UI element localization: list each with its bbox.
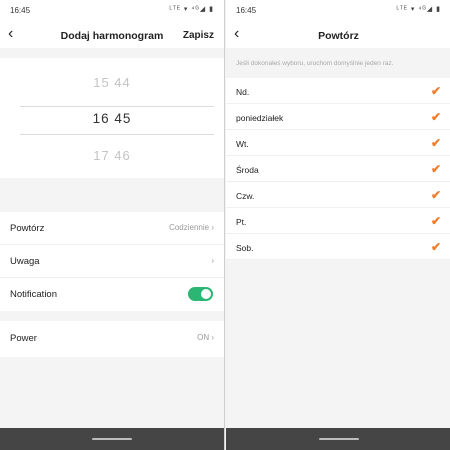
repeat-row[interactable]: Powtórz Codziennie › [0,212,224,245]
status-bar: 16:45 ᴸᵀᴱ ▾ ⁴ᴳ◢ ▮ [226,0,450,22]
power-label: Power [10,333,37,344]
home-gesture-pill[interactable] [318,438,359,440]
day-row[interactable]: Sob. ✔ [226,234,450,260]
day-row[interactable]: Nd. ✔ [226,78,450,104]
day-row[interactable]: Pt. ✔ [226,208,450,234]
checkmark-icon: ✔ [430,110,441,124]
system-nav-bar [0,428,224,450]
status-icons: ᴸᵀᴱ ▾ ⁴ᴳ◢ ▮ [396,6,441,13]
header: ‹ Dodaj harmonogram Zapisz [0,22,224,48]
status-time: 16:45 [10,6,31,15]
day-label: Czw. [236,191,255,201]
picker-next-value[interactable]: 17 46 [0,148,224,163]
toggle-knob [201,289,211,299]
day-label: Nd. [236,87,250,97]
hint-text: Jeśli dokonałeś wyboru, uruchom domyślni… [236,60,394,67]
spacer [0,48,224,58]
day-label: Sob. [236,243,254,253]
system-nav-bar [226,428,450,450]
day-label: Środa [236,165,259,175]
picker-divider-bottom [20,134,214,135]
day-row[interactable]: Środa ✔ [226,156,450,182]
status-bar: 16:45 ᴸᵀᴱ ▾ ⁴ᴳ◢ ▮ [0,0,224,22]
checkmark-icon: ✔ [430,84,441,98]
schedule-screen: 16:45 ᴸᵀᴱ ▾ ⁴ᴳ◢ ▮ ‹ Dodaj harmonogram Za… [0,0,225,450]
page-title: Powtórz [318,30,359,42]
day-label: poniedziałek [236,113,284,123]
home-gesture-pill[interactable] [92,438,132,440]
day-row[interactable]: Czw. ✔ [226,182,450,208]
repeat-label: Powtórz [10,223,45,234]
day-label: Wt. [236,139,249,149]
repeat-value: Codziennie › [169,223,214,232]
checkmark-icon: ✔ [430,188,441,202]
save-button[interactable]: Zapisz [183,30,214,41]
note-label: Uwaga [10,256,40,267]
power-value: ON › [197,333,214,342]
day-label: Pt. [236,217,247,227]
notification-label: Notification [10,289,57,300]
notification-row: Notification [0,278,224,311]
header: ‹ Powtórz [226,22,450,48]
checkmark-icon: ✔ [430,136,441,150]
picker-selected-value[interactable]: 16 45 [0,111,224,126]
notification-toggle[interactable] [188,287,213,301]
note-row[interactable]: Uwaga › [0,245,224,278]
settings-list: Powtórz Codziennie › Uwaga › Notificatio… [0,212,224,311]
checkmark-icon: ✔ [430,240,441,254]
checkmark-icon: ✔ [430,162,441,176]
hint: Jeśli dokonałeś wyboru, uruchom domyślni… [226,48,450,78]
power-list: Power ON › [0,321,224,357]
repeat-screen: 16:45 ᴸᵀᴱ ▾ ⁴ᴳ◢ ▮ ‹ Powtórz Jeśli dokona… [226,0,450,450]
day-row[interactable]: Wt. ✔ [226,130,450,156]
days-list: Nd. ✔ poniedziałek ✔ Wt. ✔ Środa ✔ Czw. ✔ Pt. ✔ Sob.… [226,78,450,260]
power-row[interactable]: Power ON › [0,321,224,357]
time-picker[interactable]: 15 44 16 45 17 46 [0,58,224,178]
status-icons: ᴸᵀᴱ ▾ ⁴ᴳ◢ ▮ [169,6,214,13]
day-row[interactable]: poniedziałek ✔ [226,104,450,130]
picker-divider-top [20,106,214,107]
chevron-right-icon: › [211,256,214,265]
checkmark-icon: ✔ [430,214,441,228]
picker-prev-value[interactable]: 15 44 [0,75,224,90]
status-time: 16:45 [236,6,257,15]
